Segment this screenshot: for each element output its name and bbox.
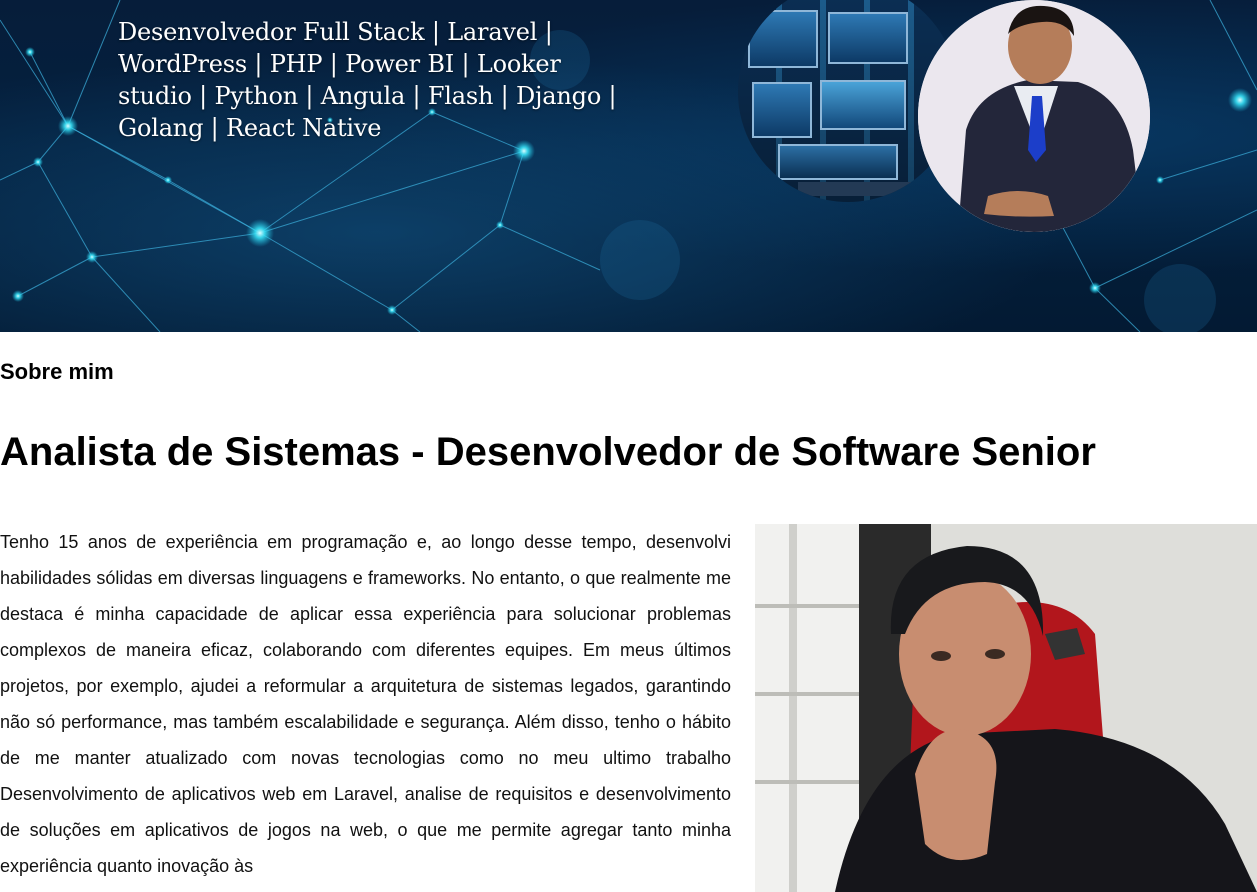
profile-photo-image bbox=[755, 524, 1257, 892]
page-title: Analista de Sistemas - Desenvolvedor de … bbox=[0, 430, 1096, 474]
profile-portrait-image bbox=[918, 0, 1150, 232]
bio-text: Tenho 15 anos de experiência em programa… bbox=[0, 532, 731, 876]
hero-title: Desenvolvedor Full Stack | Laravel | Wor… bbox=[118, 18, 617, 142]
hero-banner: Desenvolvedor Full Stack | Laravel | Wor… bbox=[0, 0, 1257, 332]
section-label: Sobre mim bbox=[0, 359, 114, 384]
